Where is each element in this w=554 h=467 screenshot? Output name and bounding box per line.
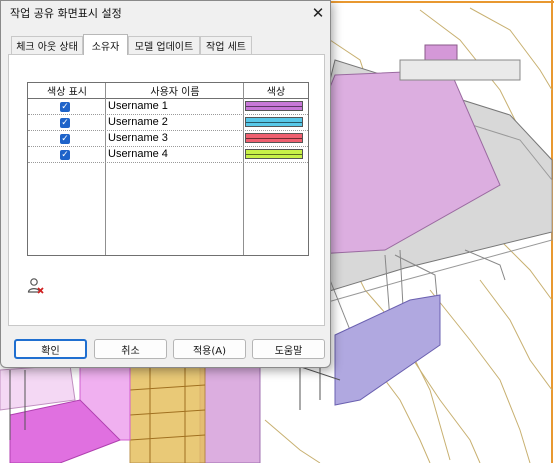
cancel-button[interactable]: 취소 bbox=[94, 339, 167, 359]
checkmark-icon[interactable]: ✓ bbox=[60, 150, 70, 160]
checkmark-icon[interactable]: ✓ bbox=[60, 118, 70, 128]
tab-model-updates[interactable]: 모델 업데이트 bbox=[128, 36, 200, 54]
table-row: ✓ Username 4 bbox=[28, 147, 308, 163]
roof-parapet bbox=[399, 59, 521, 81]
frame-tower bbox=[129, 359, 206, 464]
header-color-display: 색상 표시 bbox=[28, 83, 106, 99]
ok-button[interactable]: 확인 bbox=[14, 339, 87, 359]
color-swatch[interactable] bbox=[245, 149, 303, 159]
dialog-title: 작업 공유 화면표시 설정 bbox=[10, 7, 122, 20]
owned-wall-blue bbox=[334, 294, 441, 406]
username-cell: Username 2 bbox=[108, 116, 168, 128]
color-swatch[interactable] bbox=[245, 133, 303, 143]
header-username: 사용자 이름 bbox=[106, 83, 244, 99]
owners-tab-panel: 색상 표시 사용자 이름 색상 ✓ Username 1 ✓ Username … bbox=[8, 54, 325, 326]
username-cell: Username 1 bbox=[108, 100, 168, 112]
tab-owners[interactable]: 소유자 bbox=[83, 34, 128, 55]
tab-checkout-status[interactable]: 체크 아웃 상태 bbox=[11, 36, 83, 54]
table-row: ✓ Username 3 bbox=[28, 131, 308, 147]
username-cell: Username 4 bbox=[108, 148, 168, 160]
worksharing-display-settings-dialog: 작업 공유 화면표시 설정 ✕ 체크 아웃 상태 소유자 모델 업데이트 작업 … bbox=[0, 0, 331, 368]
header-color: 색상 bbox=[244, 83, 308, 99]
checkmark-icon[interactable]: ✓ bbox=[60, 134, 70, 144]
checkmark-icon[interactable]: ✓ bbox=[60, 102, 70, 112]
close-icon[interactable]: ✕ bbox=[304, 1, 332, 25]
username-cell: Username 3 bbox=[108, 132, 168, 144]
user-remove-icon[interactable] bbox=[27, 277, 45, 295]
apply-button[interactable]: 적용(A) bbox=[173, 339, 246, 359]
table-row: ✓ Username 2 bbox=[28, 115, 308, 131]
owners-table: 색상 표시 사용자 이름 색상 ✓ Username 1 ✓ Username … bbox=[27, 82, 309, 256]
color-swatch[interactable] bbox=[245, 117, 303, 127]
tab-worksets[interactable]: 작업 세트 bbox=[200, 36, 252, 54]
color-swatch[interactable] bbox=[245, 101, 303, 111]
help-button[interactable]: 도움말 bbox=[252, 339, 325, 359]
table-row: ✓ Username 1 bbox=[28, 99, 308, 115]
